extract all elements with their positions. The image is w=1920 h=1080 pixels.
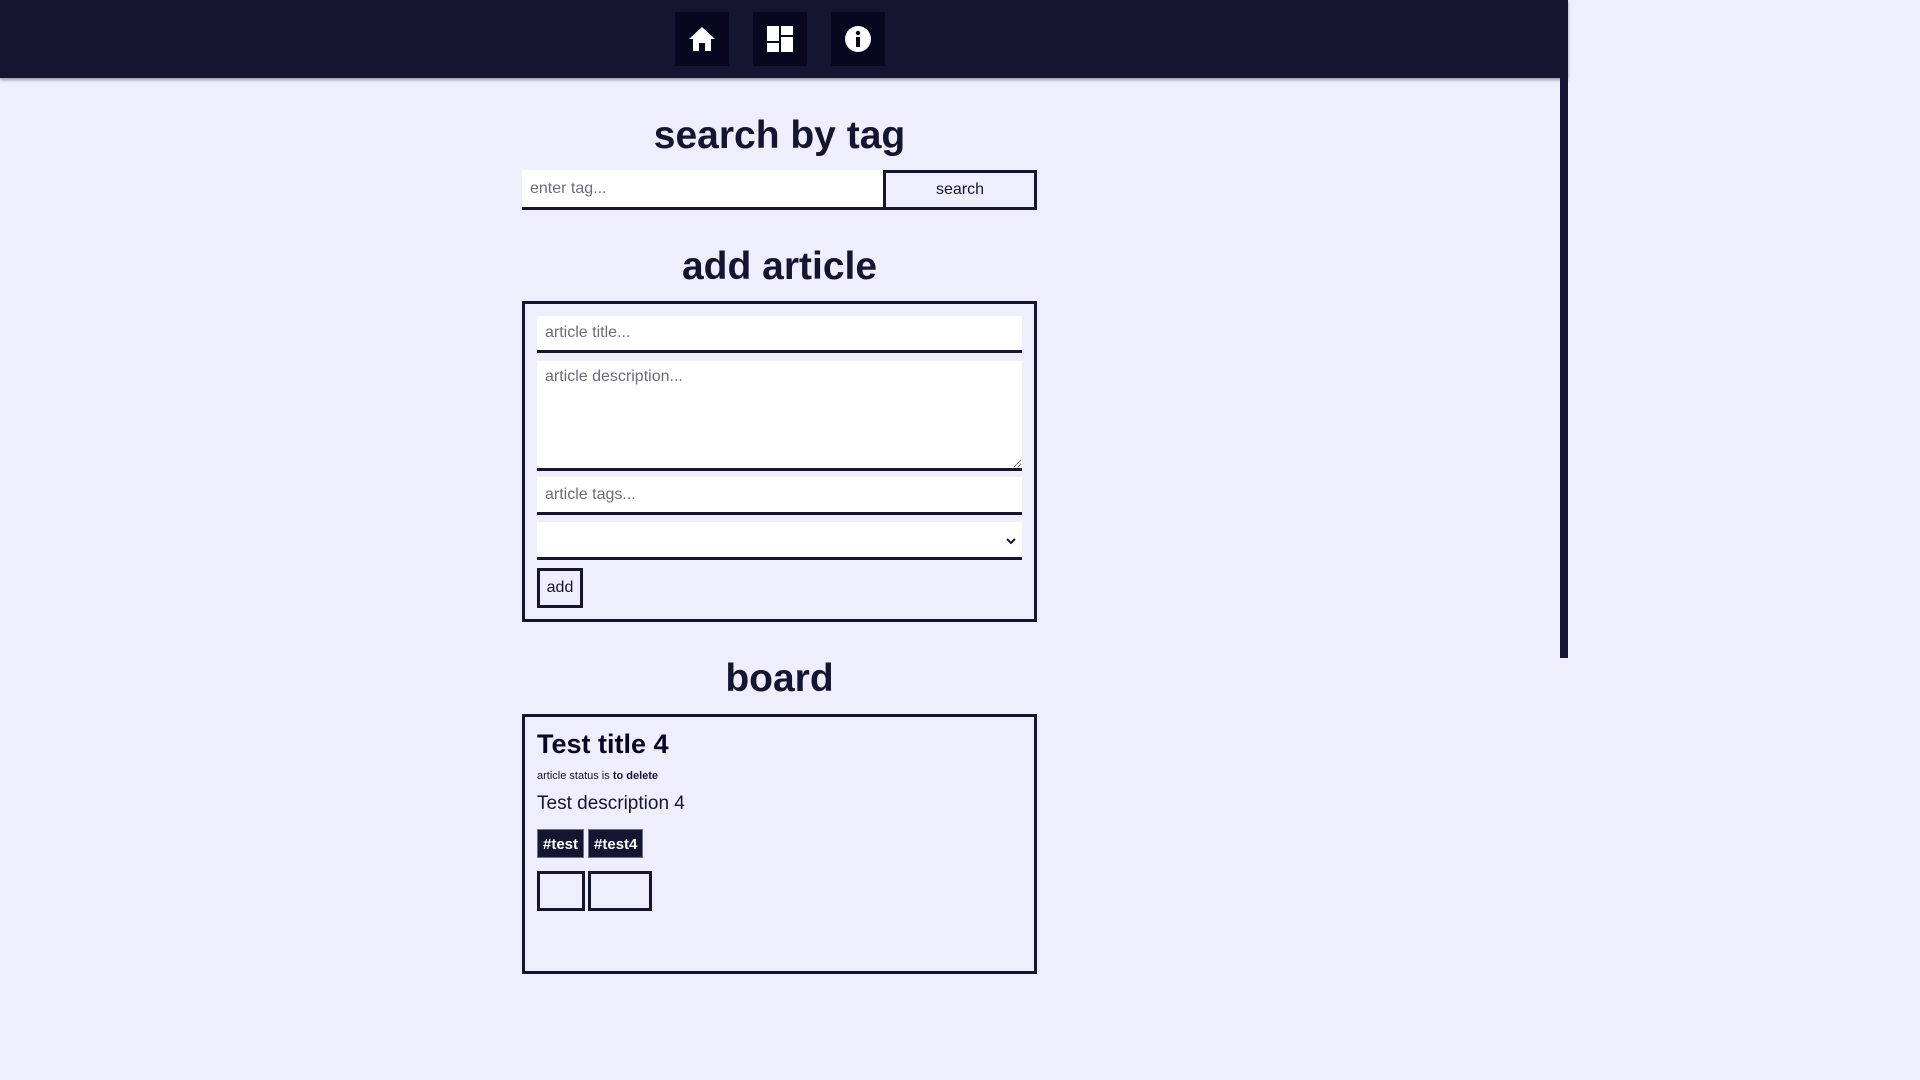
article-action-button[interactable] bbox=[588, 871, 652, 911]
tag-chip[interactable]: #test bbox=[537, 829, 585, 858]
article-description-input[interactable] bbox=[537, 361, 1022, 471]
article-status-select[interactable] bbox=[537, 522, 1022, 560]
board-heading: board bbox=[725, 657, 834, 700]
article-card: Test title 4 article status is to delete… bbox=[522, 714, 1037, 974]
tag-search-input[interactable] bbox=[522, 170, 884, 210]
top-navbar bbox=[0, 0, 1568, 78]
article-tags-input[interactable] bbox=[537, 477, 1022, 515]
article-title: Test title 4 bbox=[537, 729, 669, 759]
scrollbar[interactable] bbox=[1560, 78, 1568, 658]
article-status-prefix: article status is bbox=[537, 770, 610, 782]
dashboard-icon bbox=[766, 25, 794, 53]
tag-chip[interactable]: #test4 bbox=[588, 829, 644, 858]
article-tags: #test #test4 bbox=[537, 829, 644, 858]
article-action-button[interactable] bbox=[537, 871, 585, 911]
home-button[interactable] bbox=[675, 12, 729, 66]
add-article-heading: add article bbox=[681, 245, 878, 288]
article-status: article status is to delete bbox=[537, 770, 658, 782]
home-icon bbox=[687, 25, 717, 53]
info-button[interactable] bbox=[831, 12, 885, 66]
search-heading: search by tag bbox=[653, 114, 906, 157]
search-form: search bbox=[522, 170, 1037, 210]
chevron-down-icon bbox=[1006, 534, 1016, 548]
article-status-value: to delete bbox=[612, 770, 659, 782]
info-icon bbox=[844, 25, 872, 53]
article-title-input[interactable] bbox=[537, 316, 1022, 353]
add-article-button[interactable]: add bbox=[537, 568, 583, 608]
article-description: Test description 4 bbox=[537, 793, 685, 814]
board-button[interactable] bbox=[753, 12, 807, 66]
add-article-form: add bbox=[522, 301, 1037, 622]
search-button[interactable]: search bbox=[883, 170, 1037, 210]
